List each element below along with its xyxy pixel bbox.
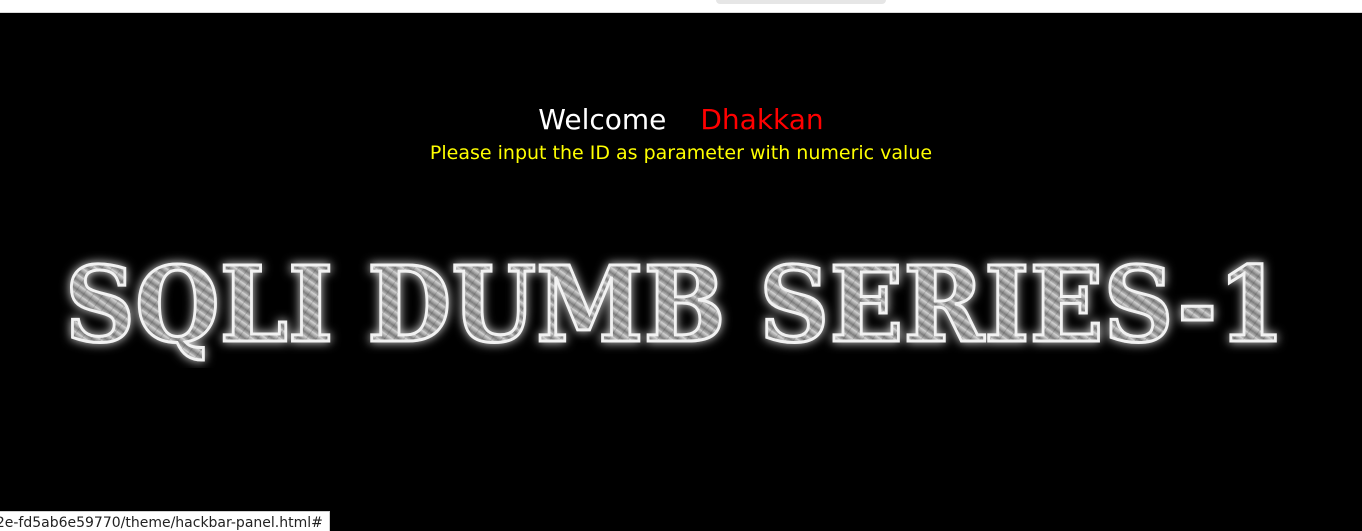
welcome-username: Dhakkan [700, 103, 824, 136]
banner-title-text: SQLI DUMB SERIES-1 [65, 243, 1285, 366]
welcome-heading: Welcome Dhakkan [0, 102, 1362, 138]
page-body: Welcome Dhakkan Please input the ID as pa… [0, 13, 1362, 531]
browser-tab-edge [716, 0, 886, 4]
browser-status-bar: 842e-fd5ab6e59770/theme/hackbar-panel.ht… [0, 511, 330, 531]
status-url-text: 842e-fd5ab6e59770/theme/hackbar-panel.ht… [0, 515, 323, 531]
sqli-banner-image: SQLI DUMB SERIES-1 [64, 242, 1287, 368]
browser-top-strip [0, 0, 1362, 13]
welcome-word: Welcome [538, 103, 667, 136]
instruction-text: Please input the ID as parameter with nu… [429, 142, 933, 164]
